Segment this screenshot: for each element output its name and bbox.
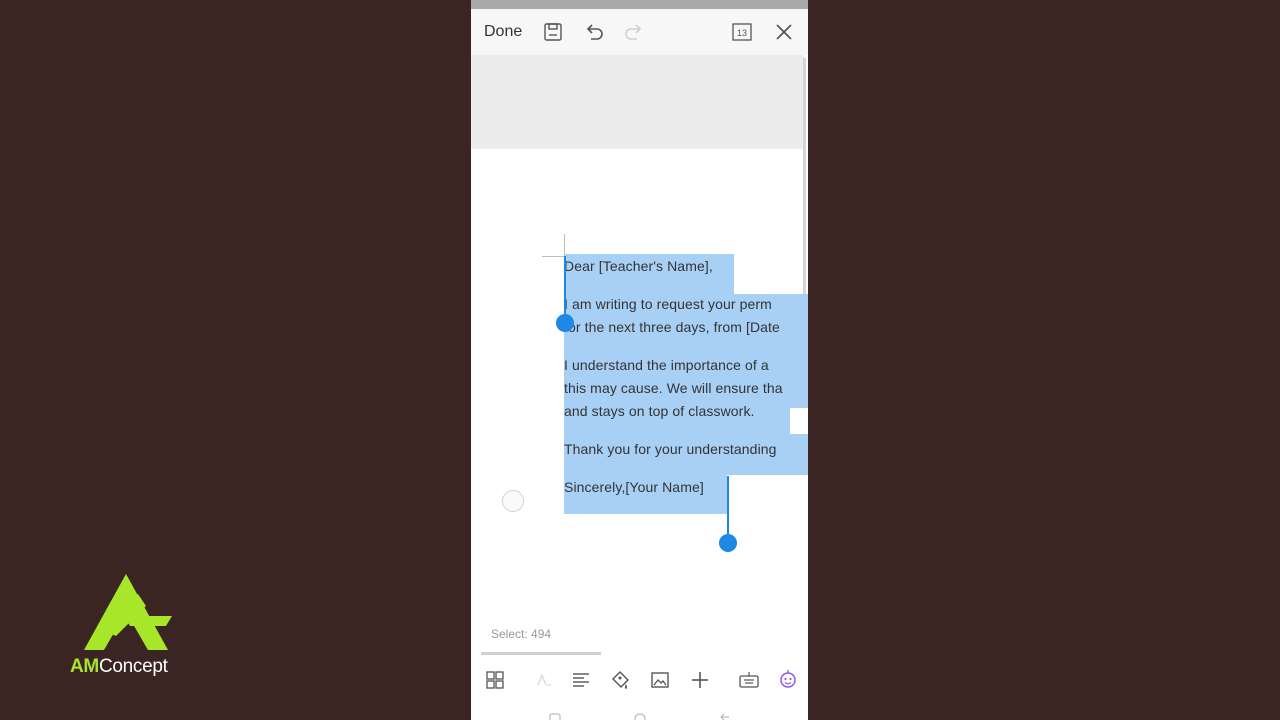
done-button[interactable]: Done xyxy=(484,23,522,41)
document-line: this may cause. We will ensure tha xyxy=(564,380,783,396)
selection-end-handle[interactable] xyxy=(719,534,737,552)
assistant-icon[interactable] xyxy=(777,669,799,691)
bottom-toolbar xyxy=(471,660,808,700)
document-line: Sincerely,[Your Name] xyxy=(564,479,704,495)
grid-icon[interactable] xyxy=(484,669,506,691)
undo-icon[interactable] xyxy=(583,21,605,43)
document-line: Dear [Teacher's Name], xyxy=(564,258,713,274)
image-icon[interactable] xyxy=(649,669,671,691)
close-icon[interactable] xyxy=(773,21,795,43)
selection-start-handle[interactable] xyxy=(556,314,574,332)
floating-circle-button[interactable] xyxy=(502,490,524,512)
horizontal-scrollbar[interactable] xyxy=(481,652,601,655)
selection-end-handle-stem xyxy=(727,476,729,536)
selection-start-handle-stem xyxy=(564,256,566,316)
page-count-badge: 13 xyxy=(737,28,747,38)
margin-marker xyxy=(564,234,565,256)
brand-am: AM xyxy=(70,656,99,677)
selection-highlight xyxy=(564,278,734,294)
brand-logo-mark-icon xyxy=(84,574,172,650)
status-strip xyxy=(471,0,808,9)
keyboard-icon[interactable] xyxy=(738,669,760,691)
document-line: and stays on top of classwork. xyxy=(564,403,755,419)
phone-screen: Done 13 Dear [Teacher's Name], I am writ… xyxy=(471,0,808,720)
format-brush-icon[interactable] xyxy=(609,669,631,691)
page-gap xyxy=(471,55,804,149)
page-count-icon[interactable]: 13 xyxy=(731,21,753,43)
save-icon[interactable] xyxy=(542,21,564,43)
redo-icon[interactable] xyxy=(623,21,645,43)
add-icon[interactable] xyxy=(689,669,711,691)
back-icon[interactable] xyxy=(718,712,732,720)
margin-marker xyxy=(542,256,564,257)
system-nav-bar xyxy=(471,700,808,720)
document-line: for the next three days, from [Date xyxy=(564,319,780,335)
align-icon[interactable] xyxy=(570,669,592,691)
text-style-icon[interactable] xyxy=(533,669,555,691)
home-icon[interactable] xyxy=(633,712,647,720)
editor-toolbar: Done 13 xyxy=(471,9,808,55)
brand-logo: AMConcept xyxy=(66,572,186,682)
select-count: Select: 494 xyxy=(491,627,552,641)
brand-concept: Concept xyxy=(98,656,168,677)
document-line: I am writing to request your perm xyxy=(564,296,772,312)
brand-wordmark: AMConcept xyxy=(70,656,168,678)
recent-apps-icon[interactable] xyxy=(548,712,562,720)
document-line: Thank you for your understanding xyxy=(564,441,777,457)
document-line: I understand the importance of a xyxy=(564,357,769,373)
document-page[interactable]: Dear [Teacher's Name], I am writing to r… xyxy=(471,149,808,629)
